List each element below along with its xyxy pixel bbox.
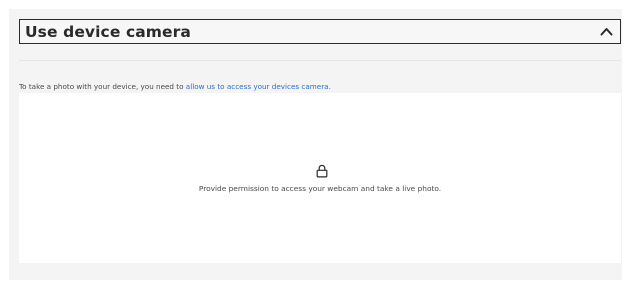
- accordion-header[interactable]: Use device camera: [19, 19, 621, 44]
- instruction-prefix: To take a photo with your device, you ne…: [19, 82, 186, 91]
- instruction-text: To take a photo with your device, you ne…: [19, 82, 331, 91]
- camera-preview-area: Provide permission to access your webcam…: [19, 93, 621, 263]
- section-divider: [19, 60, 621, 61]
- permission-message: Provide permission to access your webcam…: [198, 184, 442, 193]
- allow-camera-link[interactable]: allow us to access your devices camera.: [186, 82, 331, 91]
- camera-panel: Use device camera To take a photo with y…: [9, 9, 622, 280]
- lock-icon: [316, 163, 328, 178]
- accordion-title: Use device camera: [25, 22, 191, 41]
- chevron-up-icon[interactable]: [599, 27, 613, 37]
